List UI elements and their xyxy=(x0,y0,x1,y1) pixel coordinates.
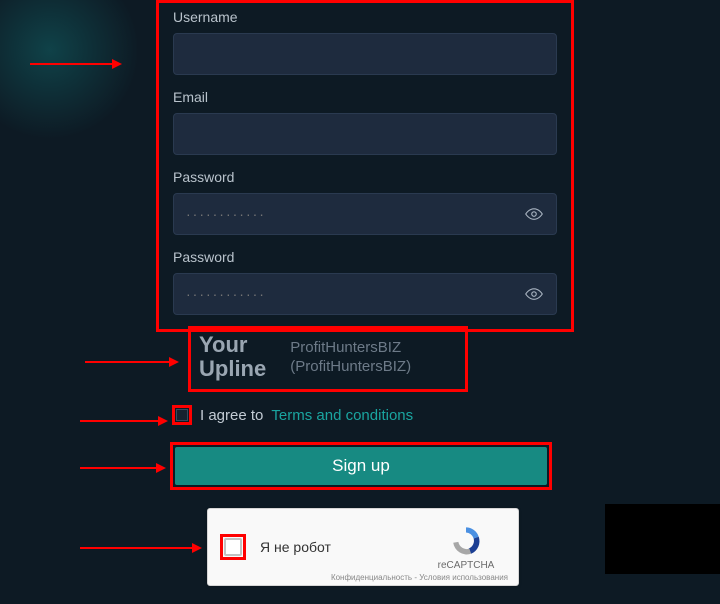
terms-prefix: I agree to xyxy=(200,407,263,424)
upline-title-line1: Your xyxy=(199,332,247,357)
recaptcha-label: Я не робот xyxy=(260,539,426,555)
recaptcha-terms-link[interactable]: Условия использования xyxy=(419,573,508,582)
recaptcha-legal-links: Конфиденциальность - Условия использован… xyxy=(331,573,508,582)
recaptcha-icon xyxy=(449,524,483,558)
username-input-shell[interactable] xyxy=(173,33,557,75)
upline-value-line2: (ProfitHuntersBIZ) xyxy=(290,358,411,375)
password-confirm-field-group: Password xyxy=(173,249,557,315)
signup-button[interactable]: Sign up xyxy=(175,447,547,485)
email-label: Email xyxy=(173,89,557,105)
username-field-group: Username xyxy=(173,9,557,75)
recaptcha-branding: reCAPTCHA xyxy=(426,524,506,571)
background-dark-block xyxy=(605,504,720,574)
annotation-arrow xyxy=(85,357,179,367)
password-input-shell[interactable] xyxy=(173,193,557,235)
password-confirm-input[interactable] xyxy=(186,286,524,302)
eye-icon[interactable] xyxy=(524,204,544,224)
email-field-group: Email xyxy=(173,89,557,155)
recaptcha-privacy-link[interactable]: Конфиденциальность xyxy=(331,573,412,582)
username-input[interactable] xyxy=(186,46,544,62)
password-label: Password xyxy=(173,169,557,185)
upline-info: Your Upline ProfitHuntersBIZ (ProfitHunt… xyxy=(188,326,468,392)
recaptcha-widget: Я не робот reCAPTCHA Конфиденциальность … xyxy=(207,508,519,586)
recaptcha-checkbox-highlight xyxy=(220,534,246,560)
terms-link[interactable]: Terms and conditions xyxy=(271,407,413,424)
password-field-group: Password xyxy=(173,169,557,235)
annotation-arrow xyxy=(80,543,202,553)
annotation-arrow xyxy=(30,59,122,69)
terms-row: I agree to Terms and conditions xyxy=(172,405,413,425)
password-input[interactable] xyxy=(186,206,524,222)
terms-checkbox-highlight xyxy=(172,405,192,425)
signup-form-group: Username Email Password Password xyxy=(156,0,574,332)
annotation-arrow xyxy=(80,416,168,426)
email-input[interactable] xyxy=(186,126,544,142)
annotation-arrow xyxy=(80,463,166,473)
eye-icon[interactable] xyxy=(524,284,544,304)
signup-button-highlight: Sign up xyxy=(170,442,552,490)
upline-value-line1: ProfitHuntersBIZ xyxy=(290,339,401,356)
upline-title: Your Upline xyxy=(199,333,266,381)
upline-value: ProfitHuntersBIZ (ProfitHuntersBIZ) xyxy=(290,338,411,377)
email-input-shell[interactable] xyxy=(173,113,557,155)
background-glow xyxy=(0,0,140,140)
upline-title-line2: Upline xyxy=(199,356,266,381)
recaptcha-checkbox[interactable] xyxy=(224,538,242,556)
recaptcha-brand-text: reCAPTCHA xyxy=(426,560,506,571)
password-confirm-label: Password xyxy=(173,249,557,265)
terms-checkbox[interactable] xyxy=(176,409,188,421)
password-confirm-input-shell[interactable] xyxy=(173,273,557,315)
username-label: Username xyxy=(173,9,557,25)
